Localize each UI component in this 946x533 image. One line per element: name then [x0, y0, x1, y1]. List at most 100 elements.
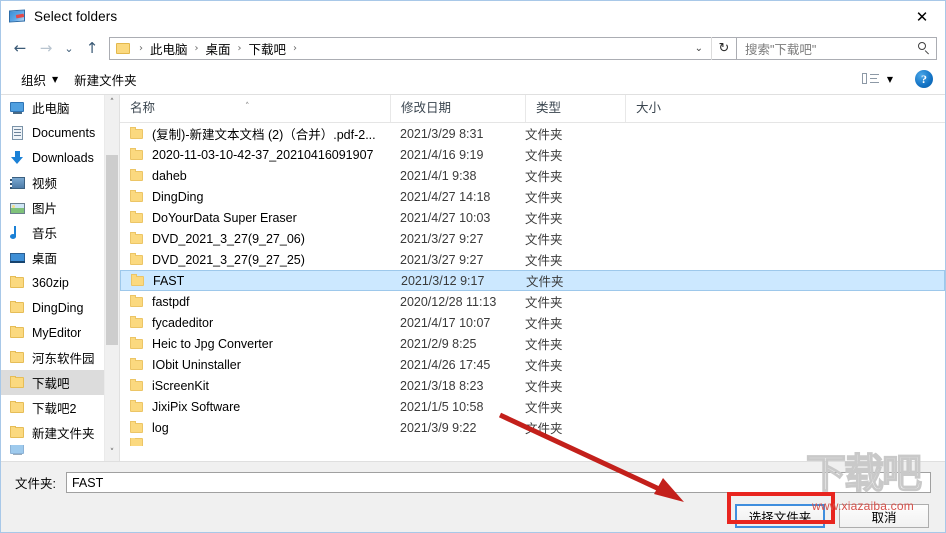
- sidebar-item-6[interactable]: 桌面: [1, 245, 105, 270]
- sidebar-item-4[interactable]: 图片: [1, 195, 105, 220]
- sidebar-item-8[interactable]: DingDing: [1, 295, 105, 320]
- address-bar[interactable]: › 此电脑 › 桌面 › 下载吧 › ⌄ ↻: [109, 36, 737, 60]
- folder-icon: [130, 438, 145, 446]
- folder-icon: [9, 400, 26, 416]
- breadcrumb-separator[interactable]: ›: [233, 43, 247, 54]
- computer-icon: [9, 100, 26, 116]
- row-name-cell: 2020-11-03-10-42-37_20210416091907: [120, 148, 400, 162]
- sidebar-item-13[interactable]: 新建文件夹: [1, 420, 105, 445]
- chevron-down-icon[interactable]: ▼: [885, 75, 901, 84]
- table-row[interactable]: fycadeditor 2021/4/17 10:07 文件夹: [120, 312, 945, 333]
- downloads-icon: [9, 150, 26, 166]
- new-folder-button[interactable]: 新建文件夹: [66, 67, 145, 92]
- sidebar-item-1[interactable]: Documents: [1, 120, 105, 145]
- table-row-partial[interactable]: [120, 438, 945, 446]
- up-button[interactable]: ↑: [79, 35, 105, 61]
- sidebar-item-0[interactable]: 此电脑: [1, 95, 105, 120]
- table-row[interactable]: (复制)-新建文本文档 (2)（合并）.pdf-2... 2021/3/29 8:…: [120, 123, 945, 144]
- table-row[interactable]: JixiPix Software 2021/1/5 10:58 文件夹: [120, 396, 945, 417]
- row-name-label: fastpdf: [152, 294, 190, 309]
- select-folder-button[interactable]: 选择文件夹: [735, 504, 825, 528]
- sidebar-item-11[interactable]: 下载吧: [1, 370, 105, 395]
- search-icon[interactable]: [916, 40, 932, 56]
- folder-icon: [130, 358, 145, 371]
- view-options-icon[interactable]: [861, 71, 881, 87]
- table-row[interactable]: log 2021/3/9 9:22 文件夹: [120, 417, 945, 438]
- scroll-up-icon[interactable]: ˄: [105, 95, 119, 111]
- table-row[interactable]: DingDing 2021/4/27 14:18 文件夹: [120, 186, 945, 207]
- column-header-date[interactable]: 修改日期: [390, 95, 525, 122]
- sidebar-item-2[interactable]: Downloads: [1, 145, 105, 170]
- refresh-icon[interactable]: ↻: [711, 36, 736, 60]
- row-name-label: DVD_2021_3_27(9_27_06): [152, 231, 305, 246]
- table-row[interactable]: Heic to Jpg Converter 2021/2/9 8:25 文件夹: [120, 333, 945, 354]
- cancel-button[interactable]: 取消: [839, 504, 929, 528]
- sidebar-item-label: 下载吧: [32, 377, 70, 391]
- row-name-label: fycadeditor: [152, 315, 214, 330]
- sidebar-item-9[interactable]: MyEditor: [1, 320, 105, 345]
- column-header-size[interactable]: 大小: [625, 95, 725, 122]
- search-input[interactable]: 搜索"下载吧": [737, 36, 937, 60]
- row-name-label: DVD_2021_3_27(9_27_25): [152, 252, 305, 267]
- file-list-pane: 名称 ˄ 修改日期 类型 大小 (复制)-新建文本文档 (2)（合并）.pdf-…: [120, 95, 945, 461]
- pictures-icon: [9, 200, 26, 216]
- chevron-down-icon: ▼: [52, 74, 59, 84]
- table-row[interactable]: FAST 2021/3/12 9:17 文件夹: [120, 270, 945, 291]
- row-date-cell: 2021/1/5 10:58: [400, 399, 484, 414]
- column-header-type[interactable]: 类型: [525, 95, 625, 122]
- sidebar-item-label: Downloads: [32, 150, 94, 165]
- row-type-cell: 文件夹: [525, 191, 563, 205]
- navigation-sidebar: 此电脑 Documents Downloads 视频 图片 音乐 桌面 360zip DingD…: [1, 95, 120, 461]
- folder-icon: [130, 190, 145, 203]
- back-button[interactable]: ←: [7, 35, 33, 61]
- breadcrumb-item-1[interactable]: 桌面: [204, 39, 233, 58]
- recent-locations-button[interactable]: ⌄: [59, 35, 79, 61]
- command-toolbar: 组织 ▼ 新建文件夹 ▼ ?: [1, 64, 945, 95]
- table-row[interactable]: fastpdf 2020/12/28 11:13 文件夹: [120, 291, 945, 312]
- close-icon[interactable]: ✕: [899, 1, 945, 32]
- help-icon[interactable]: ?: [915, 70, 933, 88]
- row-name-cell: daheb: [120, 169, 400, 183]
- row-date-cell: 2020/12/28 11:13: [400, 294, 497, 309]
- breadcrumb-item-0[interactable]: 此电脑: [148, 39, 190, 58]
- scroll-down-icon[interactable]: ˅: [105, 445, 119, 461]
- footer-button-row: 选择文件夹 取消: [1, 493, 945, 528]
- row-type-cell: 文件夹: [525, 296, 563, 310]
- folder-icon: [9, 350, 26, 366]
- sidebar-scrollbar[interactable]: ˄ ˅: [104, 95, 119, 461]
- folder-icon: [130, 253, 145, 266]
- folder-icon: [131, 274, 146, 287]
- table-row[interactable]: iScreenKit 2021/3/18 8:23 文件夹: [120, 375, 945, 396]
- organize-button[interactable]: 组织 ▼: [13, 67, 66, 92]
- table-row[interactable]: DoYourData Super Eraser 2021/4/27 10:03 文件…: [120, 207, 945, 228]
- table-row[interactable]: daheb 2021/4/1 9:38 文件夹: [120, 165, 945, 186]
- row-date-cell: 2021/4/26 17:45: [400, 357, 491, 372]
- sidebar-item-12[interactable]: 下载吧2: [1, 395, 105, 420]
- table-row[interactable]: 2020-11-03-10-42-37_20210416091907 2021/4…: [120, 144, 945, 165]
- folder-name-input[interactable]: FAST: [65, 472, 931, 493]
- breadcrumb-separator[interactable]: ›: [134, 43, 148, 54]
- sidebar-item-partial[interactable]: [1, 445, 105, 455]
- table-row[interactable]: IObit Uninstaller 2021/4/26 17:45 文件夹: [120, 354, 945, 375]
- folder-name-row: 文件夹: FAST: [1, 462, 945, 493]
- breadcrumb-item-2[interactable]: 下载吧: [247, 39, 289, 58]
- forward-button[interactable]: →: [33, 35, 59, 61]
- breadcrumb-separator[interactable]: ›: [288, 43, 302, 54]
- breadcrumb-separator[interactable]: ›: [190, 43, 204, 54]
- row-name-label: daheb: [152, 168, 187, 183]
- sidebar-item-10[interactable]: 河东软件园: [1, 345, 105, 370]
- sidebar-item-3[interactable]: 视频: [1, 170, 105, 195]
- table-row[interactable]: DVD_2021_3_27(9_27_25) 2021/3/27 9:27 文件夹: [120, 249, 945, 270]
- column-header-name[interactable]: 名称 ˄: [120, 95, 390, 122]
- row-type-cell: 文件夹: [525, 401, 563, 415]
- row-type-cell: 文件夹: [525, 254, 563, 268]
- sidebar-item-5[interactable]: 音乐: [1, 220, 105, 245]
- scrollbar-thumb[interactable]: [106, 155, 118, 345]
- sidebar-item-label: Documents: [32, 125, 96, 140]
- chevron-down-icon[interactable]: ⌄: [687, 43, 711, 54]
- row-name-label: 2020-11-03-10-42-37_20210416091907: [152, 147, 374, 162]
- row-name-label: JixiPix Software: [152, 399, 241, 414]
- row-type-cell: 文件夹: [525, 170, 563, 184]
- table-row[interactable]: DVD_2021_3_27(9_27_06) 2021/3/27 9:27 文件夹: [120, 228, 945, 249]
- sidebar-item-7[interactable]: 360zip: [1, 270, 105, 295]
